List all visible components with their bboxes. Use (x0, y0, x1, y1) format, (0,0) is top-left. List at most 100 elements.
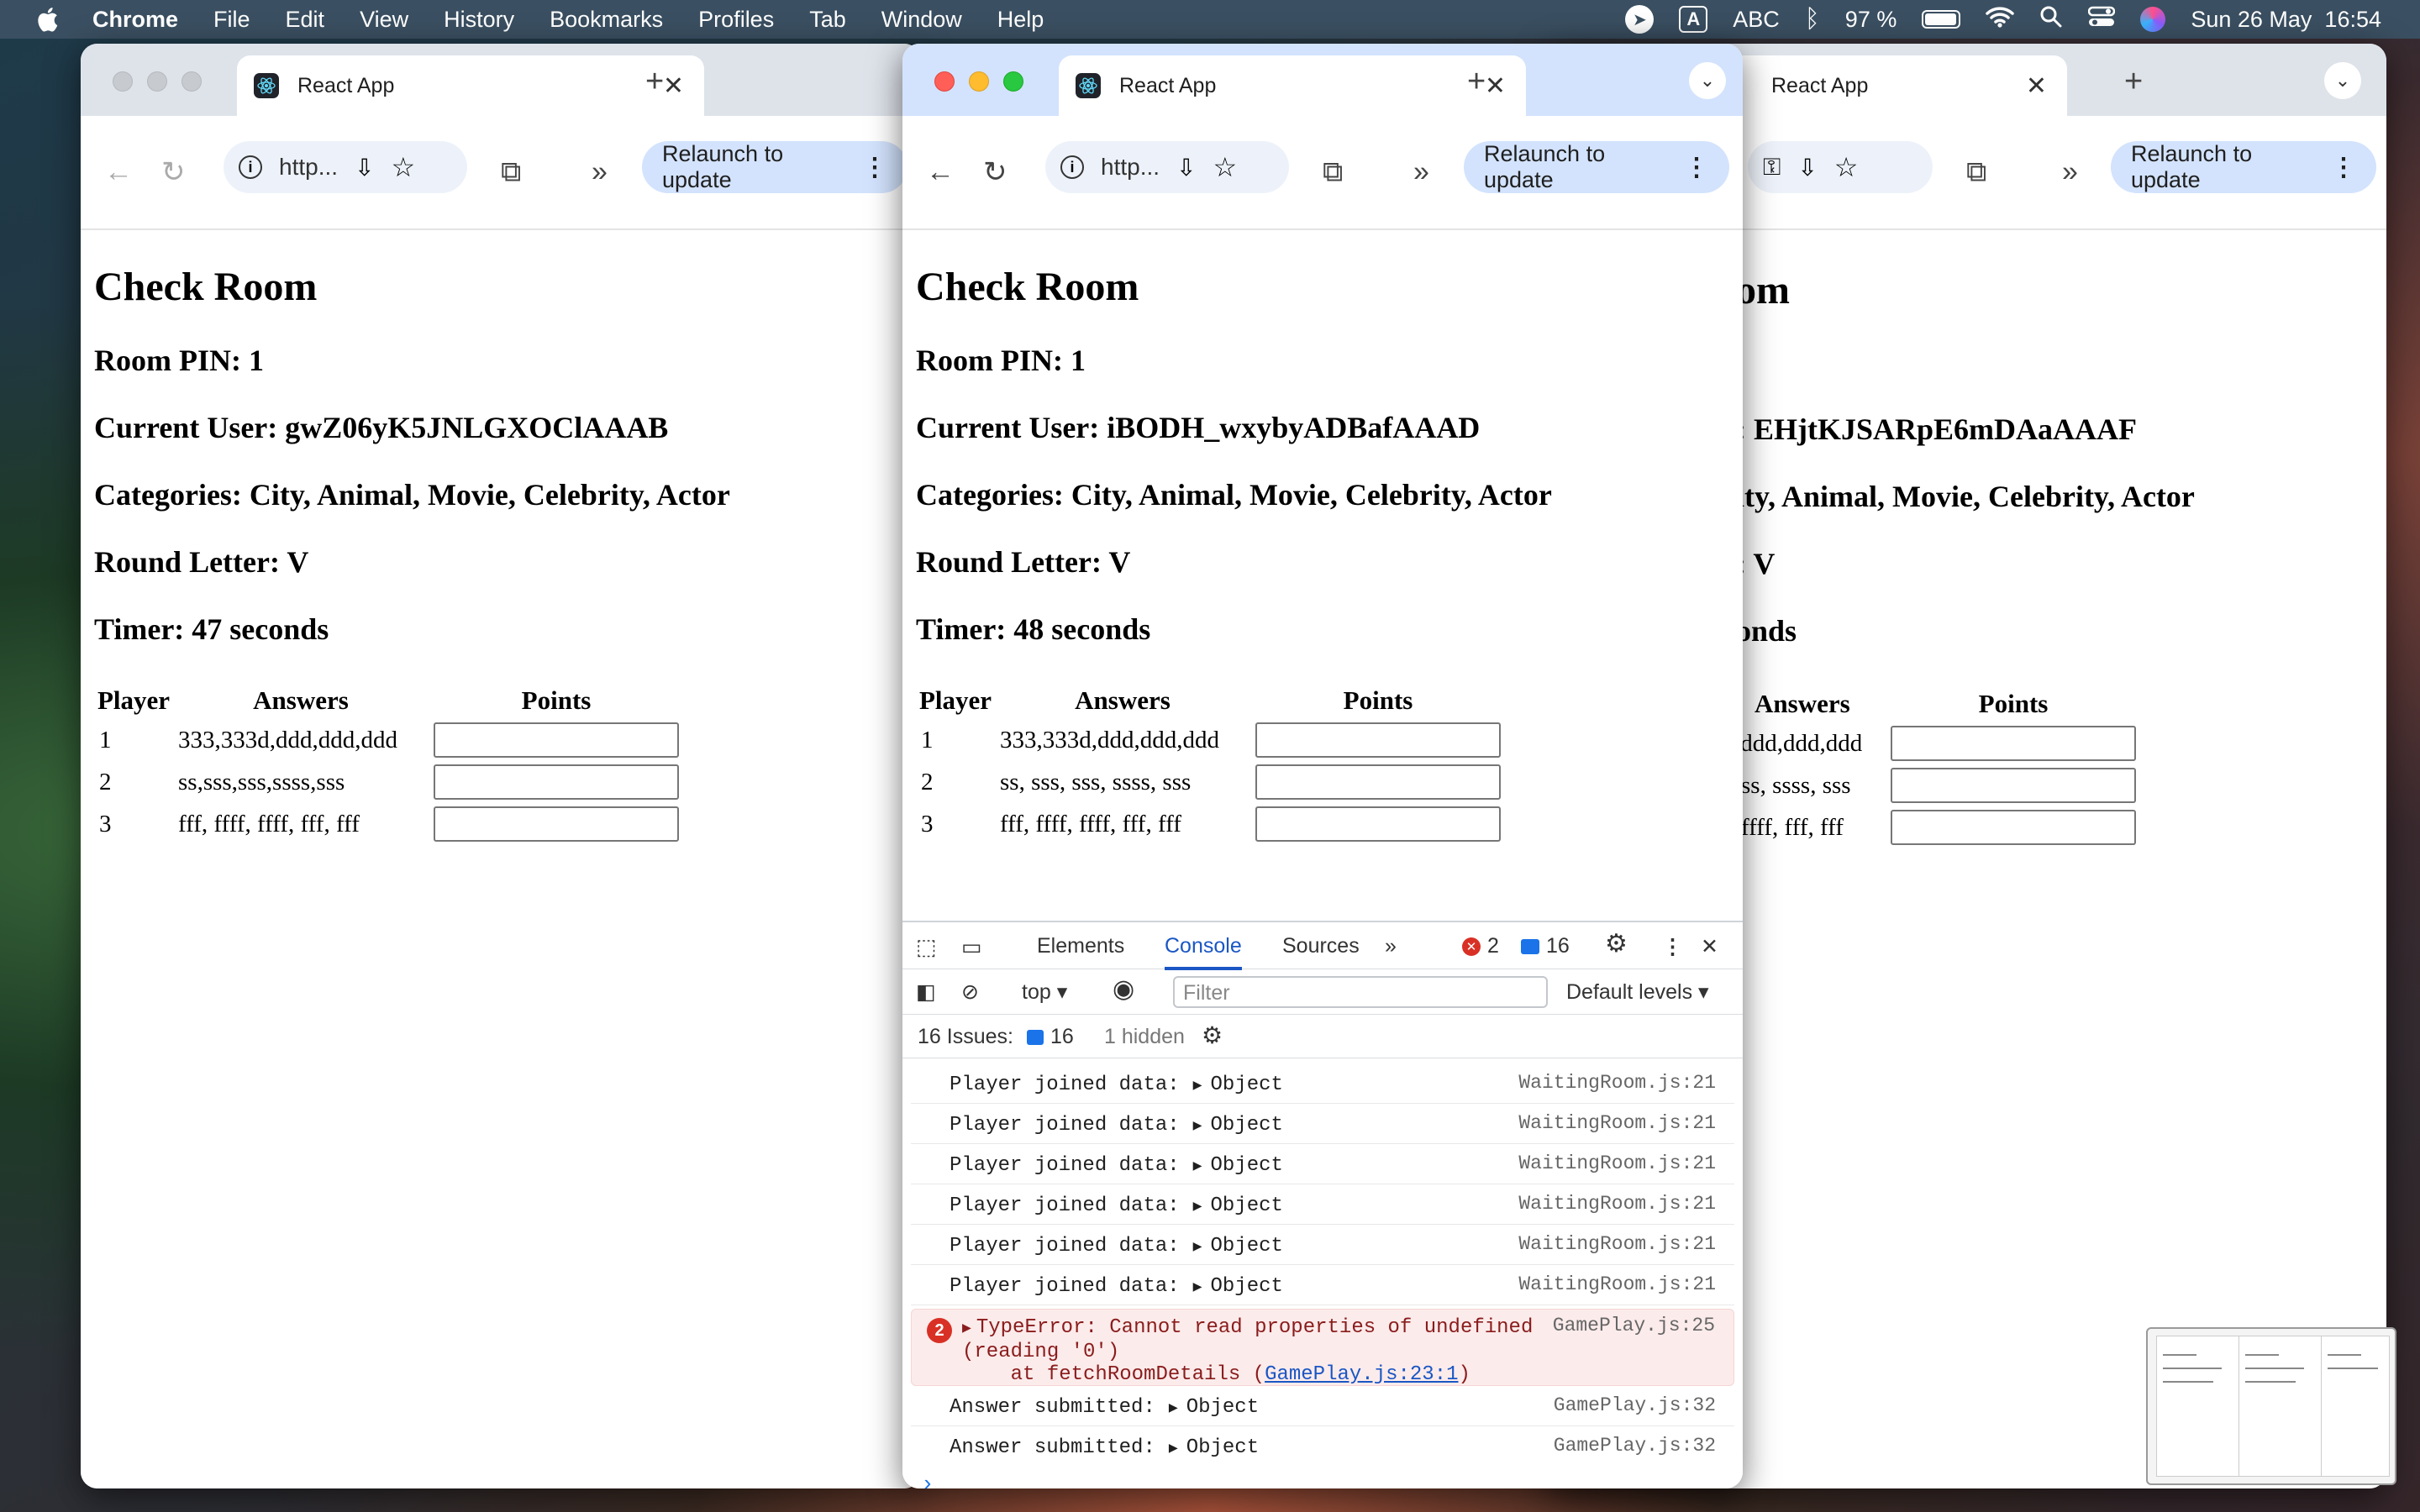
zoom-window-button[interactable] (1003, 71, 1023, 92)
expand-triangle-icon[interactable]: ▶ (1169, 1439, 1178, 1457)
message-count-badge[interactable]: 16 (1521, 934, 1570, 958)
devtools-settings-icon[interactable]: ⚙ (1605, 929, 1628, 958)
log-object[interactable]: Object (1211, 1074, 1283, 1096)
more-menu-icon[interactable]: ⋮ (1684, 153, 1709, 182)
points-input[interactable] (1891, 768, 2136, 803)
log-object[interactable]: Object (1211, 1114, 1283, 1137)
site-info-icon[interactable]: i (1060, 155, 1084, 179)
devtools-close-icon[interactable]: ✕ (1701, 934, 1718, 959)
bookmark-star-icon[interactable]: ☆ (392, 151, 416, 183)
site-info-icon[interactable]: i (239, 155, 262, 179)
log-source-link[interactable]: WaitingRoom.js:21 (1518, 1152, 1716, 1174)
issues-settings-icon[interactable]: ⚙ (1202, 1021, 1223, 1049)
log-source-link[interactable]: WaitingRoom.js:21 (1518, 1112, 1716, 1134)
log-object[interactable]: Object (1186, 1436, 1259, 1459)
relaunch-button[interactable]: Relaunch to update ⋮ (642, 141, 908, 193)
points-input[interactable] (1255, 722, 1501, 758)
battery-percent[interactable]: 97 % (1845, 7, 1897, 33)
minimize-window-button[interactable] (969, 71, 989, 92)
tab-sources[interactable]: Sources (1282, 934, 1360, 958)
toolbar-overflow-icon[interactable]: » (2062, 156, 2078, 189)
log-source-link[interactable]: WaitingRoom.js:21 (1518, 1233, 1716, 1255)
omnibox[interactable]: i http... ⇩ ☆ (224, 141, 467, 193)
expand-triangle-icon[interactable]: ▶ (1193, 1157, 1202, 1175)
clear-console-icon[interactable]: ⊘ (961, 979, 979, 1005)
points-input[interactable] (1255, 764, 1501, 800)
menu-tab[interactable]: Tab (809, 7, 846, 33)
close-window-button[interactable] (113, 71, 133, 92)
points-input[interactable] (434, 806, 679, 842)
install-app-icon[interactable]: ⇩ (1797, 154, 1817, 181)
minimize-window-button[interactable] (147, 71, 167, 92)
error-source-link[interactable]: GamePlay.js:25 (1553, 1315, 1715, 1336)
console-prompt[interactable]: › (921, 1472, 934, 1488)
menu-file[interactable]: File (213, 7, 250, 33)
expand-triangle-icon[interactable]: ▶ (1193, 1197, 1202, 1215)
control-center-icon[interactable] (2088, 5, 2116, 34)
extensions-icon[interactable]: ⧉ (1323, 156, 1343, 189)
points-input[interactable] (434, 764, 679, 800)
menu-help[interactable]: Help (997, 7, 1044, 33)
tab-console[interactable]: Console (1165, 934, 1242, 970)
expand-triangle-icon[interactable]: ▶ (962, 1320, 971, 1337)
new-tab-icon[interactable]: + (1467, 64, 1486, 100)
error-count-badge[interactable]: ✕ 2 (1462, 934, 1499, 958)
omnibox[interactable]: ⚿ ⇩ ☆ (1748, 141, 1933, 193)
live-expression-icon[interactable]: ◉ (1113, 974, 1134, 1004)
log-object[interactable]: Object (1186, 1396, 1259, 1419)
screenshot-thumbnail[interactable] (2146, 1327, 2396, 1485)
zoom-window-button[interactable] (182, 71, 202, 92)
menu-window[interactable]: Window (881, 7, 962, 33)
close-tab-icon[interactable]: ✕ (1485, 71, 1506, 101)
extensions-icon[interactable]: ⧉ (501, 156, 521, 189)
tab-search-icon[interactable]: ⌄ (1689, 62, 1726, 99)
expand-triangle-icon[interactable]: ▶ (1193, 1076, 1202, 1095)
tab-elements[interactable]: Elements (1037, 934, 1124, 958)
extensions-icon[interactable]: ⧉ (1966, 156, 1986, 189)
menubar-datetime[interactable]: Sun 26 May 16:54 (2191, 7, 2381, 33)
relaunch-button[interactable]: Relaunch to update ⋮ (1464, 141, 1729, 193)
console-prompt-row[interactable]: › (902, 1467, 1743, 1488)
points-input[interactable] (1891, 810, 2136, 845)
input-source-label[interactable]: ABC (1733, 7, 1780, 33)
menu-bookmarks[interactable]: Bookmarks (550, 7, 663, 33)
address-bar-url[interactable]: http... (1101, 154, 1160, 181)
log-source-link[interactable]: GamePlay.js:32 (1554, 1435, 1716, 1457)
back-icon[interactable]: ← (926, 156, 955, 189)
more-tabs-icon[interactable]: » (1385, 934, 1397, 958)
address-bar-url[interactable]: http... (279, 154, 338, 181)
menu-edit[interactable]: Edit (286, 7, 325, 33)
context-selector[interactable]: top ▾ (1022, 979, 1067, 1005)
log-source-link[interactable]: GamePlay.js:32 (1554, 1394, 1716, 1416)
devtools-more-icon[interactable]: ⋮ (1662, 934, 1683, 959)
tab-search-icon[interactable]: ⌄ (2324, 62, 2361, 99)
new-tab-icon[interactable]: + (2124, 64, 2143, 100)
back-icon[interactable]: ← (104, 156, 133, 189)
browser-tab[interactable]: React App ✕ (1059, 55, 1526, 116)
more-menu-icon[interactable]: ⋮ (862, 153, 887, 182)
points-input[interactable] (1891, 726, 2136, 761)
more-menu-icon[interactable]: ⋮ (2331, 153, 2356, 182)
device-toolbar-icon[interactable]: ▭ (961, 934, 982, 960)
bookmark-star-icon[interactable]: ☆ (1213, 151, 1238, 183)
menu-profiles[interactable]: Profiles (698, 7, 774, 33)
log-source-link[interactable]: WaitingRoom.js:21 (1518, 1273, 1716, 1295)
input-source-badge[interactable]: A (1679, 6, 1708, 33)
new-tab-icon[interactable]: + (645, 64, 664, 100)
close-window-button[interactable] (934, 71, 955, 92)
install-app-icon[interactable]: ⇩ (1176, 154, 1196, 181)
expand-triangle-icon[interactable]: ▶ (1193, 1237, 1202, 1256)
browser-tab[interactable]: React App ✕ (1723, 55, 2067, 116)
expand-triangle-icon[interactable]: ▶ (1169, 1399, 1178, 1417)
siri-icon[interactable] (2140, 7, 2166, 32)
log-object[interactable]: Object (1211, 1235, 1283, 1257)
wifi-icon[interactable] (1986, 5, 2015, 34)
close-tab-icon[interactable]: ✕ (2026, 71, 2047, 101)
bluetooth-icon[interactable]: ᛒ (1805, 5, 1820, 34)
browser-tab[interactable]: React App ✕ (237, 55, 704, 116)
points-input[interactable] (1255, 806, 1501, 842)
relaunch-button[interactable]: Relaunch to update ⋮ (2111, 141, 2376, 193)
expand-triangle-icon[interactable]: ▶ (1193, 1278, 1202, 1296)
battery-icon[interactable] (1922, 10, 1961, 29)
log-source-link[interactable]: WaitingRoom.js:21 (1518, 1193, 1716, 1215)
